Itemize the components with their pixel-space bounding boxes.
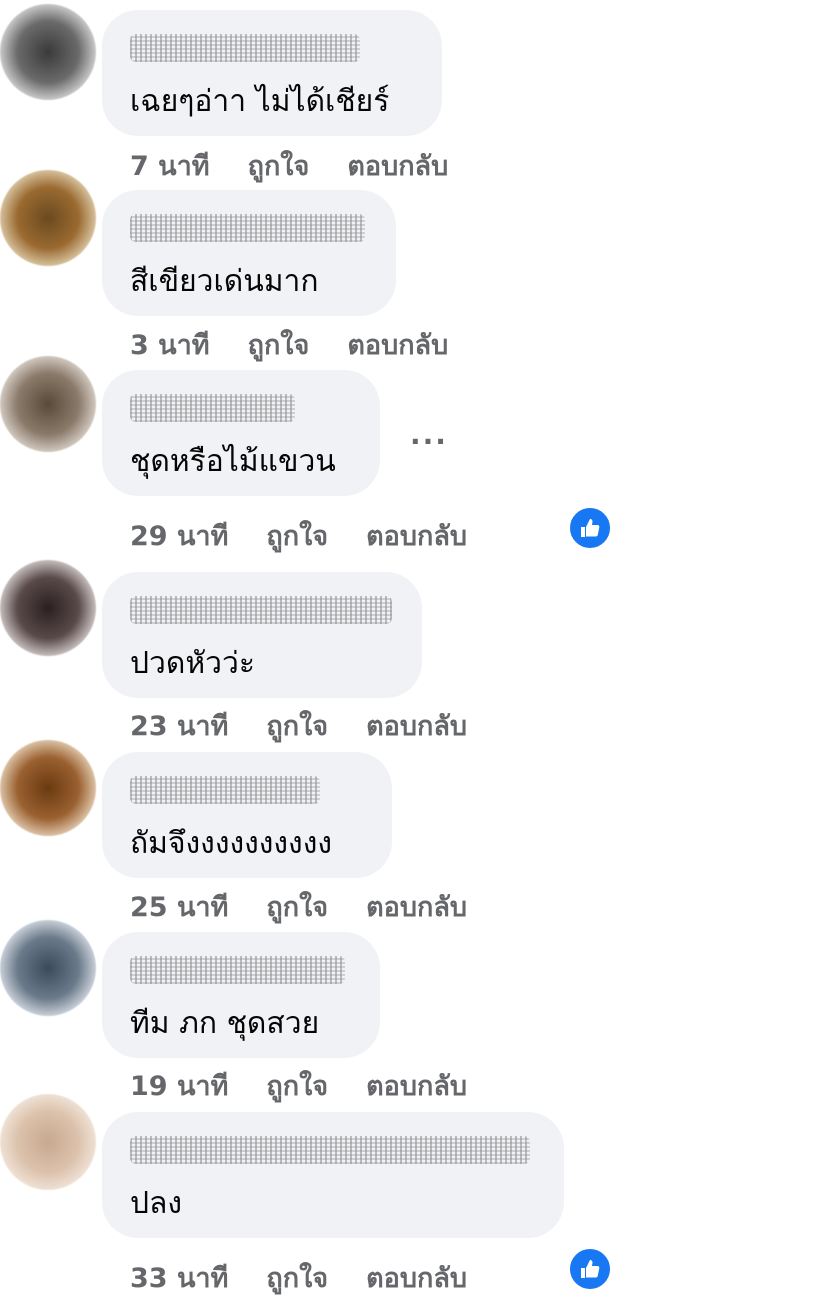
- thumbs-up-icon: [567, 505, 613, 551]
- thumbs-up-icon: [567, 1246, 613, 1292]
- comment-text: ถัมจึงงงงงงงงงง: [130, 826, 333, 861]
- like-link[interactable]: ถูกใจ: [248, 323, 310, 366]
- reply-link[interactable]: ตอบกลับ: [347, 323, 448, 366]
- reply-link[interactable]: ตอบกลับ: [366, 704, 467, 747]
- more-options-icon[interactable]: ...: [410, 418, 448, 451]
- comment-bubble: ชุดหรือไม้แขวน: [102, 370, 380, 496]
- comment-author-blurred[interactable]: [130, 596, 392, 624]
- comment-time[interactable]: 29 นาที: [130, 514, 228, 557]
- avatar[interactable]: [0, 1094, 96, 1190]
- comment-text: ชุดหรือไม้แขวน: [130, 444, 336, 479]
- reply-link[interactable]: ตอบกลับ: [366, 1256, 467, 1299]
- reply-link[interactable]: ตอบกลับ: [366, 1064, 467, 1107]
- like-link[interactable]: ถูกใจ: [248, 144, 310, 187]
- avatar[interactable]: [0, 740, 96, 836]
- comment-actions: 33 นาที ถูกใจ ตอบกลับ: [130, 1256, 467, 1299]
- reply-link[interactable]: ตอบกลับ: [366, 885, 467, 928]
- avatar[interactable]: [0, 170, 96, 266]
- comment-time[interactable]: 33 นาที: [130, 1256, 228, 1299]
- like-link[interactable]: ถูกใจ: [266, 1256, 328, 1299]
- comment-actions: 23 นาที ถูกใจ ตอบกลับ: [130, 704, 467, 747]
- comment-time[interactable]: 3 นาที: [130, 323, 210, 366]
- avatar[interactable]: [0, 560, 96, 656]
- comment-text: ปวดหัวว่ะ: [130, 646, 255, 681]
- comment-time[interactable]: 7 นาที: [130, 144, 210, 187]
- comment-time[interactable]: 19 นาที: [130, 1064, 228, 1107]
- like-link[interactable]: ถูกใจ: [266, 885, 328, 928]
- comment-actions: 19 นาที ถูกใจ ตอบกลับ: [130, 1064, 467, 1107]
- comment-time[interactable]: 25 นาที: [130, 885, 228, 928]
- like-link[interactable]: ถูกใจ: [266, 514, 328, 557]
- comment-bubble: ทีม ภก ชุดสวย: [102, 932, 380, 1058]
- comment-bubble: ปวดหัวว่ะ: [102, 572, 422, 698]
- comment-actions: 29 นาที ถูกใจ ตอบกลับ: [130, 514, 467, 557]
- avatar[interactable]: [0, 920, 96, 1016]
- comment-bubble: ปลง: [102, 1112, 564, 1238]
- reply-link[interactable]: ตอบกลับ: [347, 144, 448, 187]
- comment-actions: 7 นาที ถูกใจ ตอบกลับ: [130, 144, 448, 187]
- like-link[interactable]: ถูกใจ: [266, 704, 328, 747]
- comment-author-blurred[interactable]: [130, 394, 295, 422]
- comment-author-blurred[interactable]: [130, 214, 365, 242]
- avatar[interactable]: [0, 4, 96, 100]
- comment-author-blurred[interactable]: [130, 1136, 530, 1164]
- avatar[interactable]: [0, 356, 96, 452]
- comment-actions: 25 นาที ถูกใจ ตอบกลับ: [130, 885, 467, 928]
- comment-text: ปลง: [130, 1186, 183, 1221]
- comment-time[interactable]: 23 นาที: [130, 704, 228, 747]
- comment-author-blurred[interactable]: [130, 956, 345, 984]
- comment-text: สีเขียวเด่นมาก: [130, 264, 319, 299]
- reply-link[interactable]: ตอบกลับ: [366, 514, 467, 557]
- comment-author-blurred[interactable]: [130, 776, 320, 804]
- comment-bubble: ถัมจึงงงงงงงงงง: [102, 752, 392, 878]
- comment-bubble: เฉยๆอ่าา ไม่ได้เชียร์: [102, 10, 442, 136]
- comment-text: ทีม ภก ชุดสวย: [130, 1006, 320, 1041]
- comment-actions: 3 นาที ถูกใจ ตอบกลับ: [130, 323, 448, 366]
- comment-author-blurred[interactable]: [130, 34, 360, 62]
- like-link[interactable]: ถูกใจ: [266, 1064, 328, 1107]
- comment-text: เฉยๆอ่าา ไม่ได้เชียร์: [130, 84, 390, 119]
- comment-bubble: สีเขียวเด่นมาก: [102, 190, 396, 316]
